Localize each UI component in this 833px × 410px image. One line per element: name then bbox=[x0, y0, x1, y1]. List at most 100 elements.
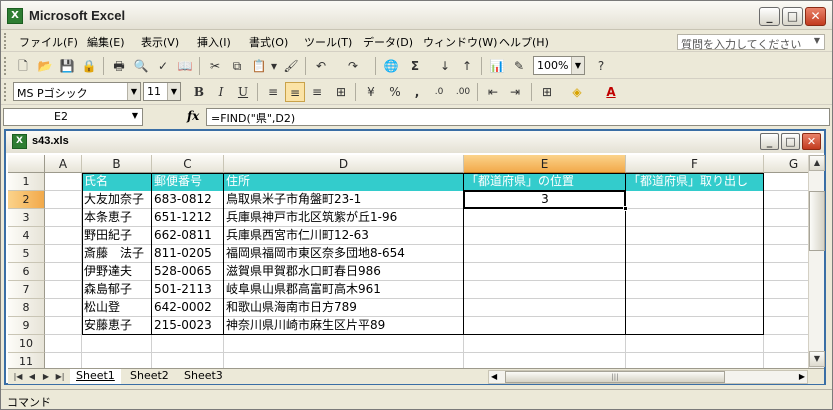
increase-indent-icon[interactable]: ⇥ bbox=[505, 82, 525, 102]
first-sheet-icon[interactable]: |◀ bbox=[12, 370, 24, 383]
header-cell[interactable]: 「都道府県」の位置 bbox=[464, 173, 626, 191]
menu-window[interactable]: ウィンドウ(W) bbox=[423, 34, 497, 50]
table-cell[interactable] bbox=[626, 281, 764, 299]
spreadsheet-grid[interactable]: A B C D E F G 1 2 3 4 5 6 7 8 9 10 11 氏名 郵便番号 住所 「都道府県」の位置 「都道… bbox=[8, 155, 808, 368]
borders-icon[interactable]: ⊞ bbox=[537, 82, 557, 102]
table-cell[interactable] bbox=[464, 317, 626, 335]
horizontal-scrollbar[interactable]: ◀ ||| ▶ bbox=[488, 370, 808, 384]
select-all-corner[interactable] bbox=[8, 155, 45, 173]
tab-sheet1[interactable]: Sheet1 bbox=[70, 369, 121, 384]
table-cell[interactable]: 501-2113 bbox=[152, 281, 224, 299]
increase-decimal-icon[interactable]: .0 bbox=[429, 82, 449, 102]
menu-data[interactable]: データ(D) bbox=[363, 34, 413, 50]
decrease-indent-icon[interactable]: ⇤ bbox=[483, 82, 503, 102]
table-cell[interactable]: 642-0002 bbox=[152, 299, 224, 317]
help-question-input[interactable]: 質問を入力してください ▼ bbox=[677, 34, 825, 51]
row-header-7[interactable]: 7 bbox=[8, 281, 45, 299]
font-name-select[interactable]: MS Pゴシック ▼ bbox=[13, 82, 141, 101]
menu-file[interactable]: ファイル(F) bbox=[19, 34, 78, 50]
column-header-b[interactable]: B bbox=[82, 155, 152, 173]
table-cell[interactable] bbox=[464, 245, 626, 263]
zoom-select[interactable]: 100% ▼ bbox=[533, 56, 585, 75]
toolbar-grip[interactable] bbox=[4, 33, 7, 49]
row-header-5[interactable]: 5 bbox=[8, 245, 45, 263]
underline-button[interactable]: U bbox=[233, 82, 253, 102]
paste-icon[interactable]: 📋 bbox=[249, 56, 269, 76]
fill-handle[interactable] bbox=[623, 206, 628, 211]
table-cell[interactable]: 福岡県福岡市東区奈多団地8-654 bbox=[224, 245, 464, 263]
table-cell[interactable]: 大友加奈子 bbox=[82, 191, 152, 209]
table-cell[interactable] bbox=[626, 299, 764, 317]
italic-button[interactable]: I bbox=[211, 82, 231, 102]
vertical-scroll-thumb[interactable] bbox=[809, 191, 825, 251]
align-left-icon[interactable]: ≡ bbox=[263, 82, 283, 102]
table-cell[interactable] bbox=[464, 263, 626, 281]
column-header-a[interactable]: A bbox=[45, 155, 82, 173]
table-cell[interactable]: 811-0205 bbox=[152, 245, 224, 263]
scroll-down-icon[interactable]: ▼ bbox=[809, 351, 825, 367]
table-cell[interactable]: 528-0065 bbox=[152, 263, 224, 281]
font-color-icon[interactable]: A bbox=[601, 82, 621, 102]
permission-icon[interactable]: 🔒 bbox=[79, 56, 99, 76]
comma-icon[interactable]: , bbox=[407, 82, 427, 102]
align-center-icon[interactable]: ≡ bbox=[285, 82, 305, 102]
menu-insert[interactable]: 挿入(I) bbox=[197, 34, 231, 50]
scroll-up-icon[interactable]: ▲ bbox=[809, 155, 825, 171]
row-header-6[interactable]: 6 bbox=[8, 263, 45, 281]
sort-descending-icon[interactable]: ↑ bbox=[457, 56, 477, 76]
autosum-icon[interactable]: Σ bbox=[405, 56, 425, 76]
table-cell[interactable] bbox=[626, 209, 764, 227]
last-sheet-icon[interactable]: ▶| bbox=[54, 370, 66, 383]
minimize-button[interactable]: _ bbox=[759, 7, 780, 26]
excel-icon[interactable]: X bbox=[7, 8, 23, 24]
insert-function-icon[interactable]: fx bbox=[187, 109, 199, 123]
research-icon[interactable]: 📖 bbox=[175, 56, 195, 76]
table-cell[interactable]: 森島郁子 bbox=[82, 281, 152, 299]
table-cell[interactable]: 651-1212 bbox=[152, 209, 224, 227]
cut-icon[interactable]: ✂ bbox=[205, 56, 225, 76]
table-cell[interactable] bbox=[464, 209, 626, 227]
redo-icon[interactable]: ↷ bbox=[343, 56, 363, 76]
print-preview-icon[interactable]: 🔍 bbox=[131, 56, 151, 76]
header-cell[interactable]: 住所 bbox=[224, 173, 464, 191]
table-cell[interactable]: 和歌山県海南市日方789 bbox=[224, 299, 464, 317]
table-cell[interactable]: 野田紀子 bbox=[82, 227, 152, 245]
row-header-4[interactable]: 4 bbox=[8, 227, 45, 245]
table-cell[interactable] bbox=[626, 191, 764, 209]
fill-color-icon[interactable]: ◈ bbox=[567, 82, 587, 102]
percent-icon[interactable]: % bbox=[385, 82, 405, 102]
print-icon[interactable]: 🖶 bbox=[109, 56, 129, 76]
table-cell[interactable]: 滋賀県甲賀郡水口町春日986 bbox=[224, 263, 464, 281]
row-header-1[interactable]: 1 bbox=[8, 173, 45, 191]
font-size-select[interactable]: 11 ▼ bbox=[143, 82, 181, 101]
maximize-button[interactable]: □ bbox=[782, 7, 803, 26]
menu-edit[interactable]: 編集(E) bbox=[87, 34, 125, 50]
horizontal-scroll-thumb[interactable]: ||| bbox=[505, 371, 725, 383]
table-cell[interactable] bbox=[626, 227, 764, 245]
merge-center-icon[interactable]: ⊞ bbox=[331, 82, 351, 102]
spelling-icon[interactable]: ✓ bbox=[153, 56, 173, 76]
column-header-g[interactable]: G bbox=[764, 155, 808, 173]
excel-icon[interactable]: X bbox=[12, 134, 27, 149]
table-cell[interactable]: 662-0811 bbox=[152, 227, 224, 245]
column-header-f[interactable]: F bbox=[626, 155, 764, 173]
table-cell[interactable] bbox=[626, 317, 764, 335]
table-cell[interactable]: 松山登 bbox=[82, 299, 152, 317]
column-header-e[interactable]: E bbox=[464, 155, 626, 173]
open-icon[interactable]: 📂 bbox=[35, 56, 55, 76]
bold-button[interactable]: B bbox=[189, 82, 209, 102]
toolbar-grip[interactable] bbox=[4, 83, 7, 101]
workbook-minimize-button[interactable]: _ bbox=[760, 133, 779, 150]
header-cell[interactable]: 郵便番号 bbox=[152, 173, 224, 191]
save-icon[interactable]: 💾 bbox=[57, 56, 77, 76]
row-header-3[interactable]: 3 bbox=[8, 209, 45, 227]
table-cell[interactable]: 斎藤 法子 bbox=[82, 245, 152, 263]
header-cell[interactable]: 氏名 bbox=[82, 173, 152, 191]
table-cell[interactable]: 安藤恵子 bbox=[82, 317, 152, 335]
table-cell[interactable] bbox=[464, 227, 626, 245]
table-cell[interactable]: 本条恵子 bbox=[82, 209, 152, 227]
table-cell[interactable]: 岐阜県山県郡高富町高木961 bbox=[224, 281, 464, 299]
table-cell[interactable] bbox=[464, 281, 626, 299]
table-cell[interactable]: 伊野達夫 bbox=[82, 263, 152, 281]
table-cell[interactable]: 鳥取県米子市角盤町23-1 bbox=[224, 191, 464, 209]
